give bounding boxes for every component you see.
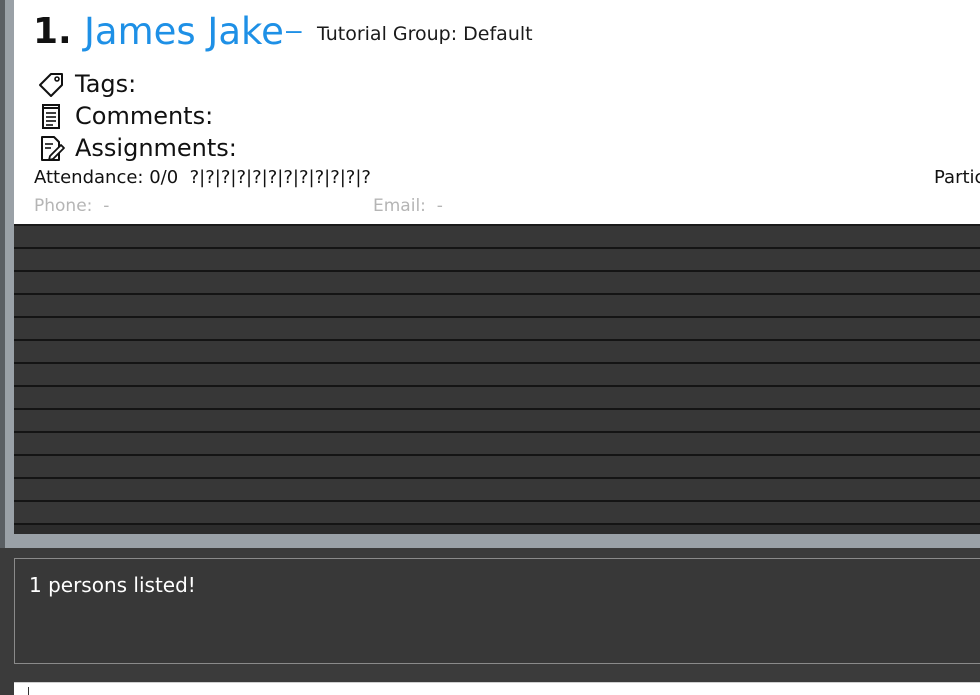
phone-field: Phone: -	[34, 196, 110, 216]
list-item	[14, 387, 980, 410]
list-item	[14, 272, 980, 295]
panel-edge	[0, 0, 5, 548]
list-item	[14, 295, 980, 318]
assignments-row: Assignments:	[36, 133, 237, 163]
participation-summary: Partic	[934, 167, 980, 188]
list-item	[14, 479, 980, 502]
assignments-label: Assignments:	[75, 134, 237, 162]
document-edit-icon	[41, 136, 65, 161]
list-item	[14, 341, 980, 364]
list-item	[14, 364, 980, 387]
comments-label: Comments:	[75, 102, 214, 130]
command-input[interactable]	[14, 682, 980, 695]
result-display[interactable]: 1 persons listed!	[14, 558, 980, 664]
list-item	[14, 226, 980, 249]
tutorial-group: Tutorial Group: Default	[317, 23, 533, 45]
list-item	[14, 456, 980, 479]
tag-icon	[39, 73, 63, 97]
email-field: Email: -	[373, 196, 443, 216]
person-name: James Jake	[84, 10, 284, 53]
comments-row: Comments:	[36, 101, 213, 131]
attendance-summary: Attendance: 0/0 ?|?|?|?|?|?|?|?|?|?|?|?	[34, 167, 371, 188]
tags-label: Tags:	[75, 70, 137, 98]
list-item	[14, 318, 980, 341]
list-item	[14, 502, 980, 525]
empty-list-rows	[14, 226, 980, 534]
person-card[interactable]: 1. James Jake – Tutorial Group: Default …	[14, 0, 980, 226]
list-item	[14, 410, 980, 433]
tags-row: Tags:	[36, 69, 136, 99]
list-item	[14, 433, 980, 456]
name-separator: –	[286, 14, 302, 45]
person-list[interactable]: 1. James Jake – Tutorial Group: Default …	[14, 0, 980, 534]
result-message: 1 persons listed!	[29, 573, 196, 597]
notepad-icon	[42, 104, 60, 129]
list-item	[14, 249, 980, 272]
app-window: 1. James Jake – Tutorial Group: Default …	[0, 0, 980, 695]
person-index: 1.	[33, 11, 72, 52]
